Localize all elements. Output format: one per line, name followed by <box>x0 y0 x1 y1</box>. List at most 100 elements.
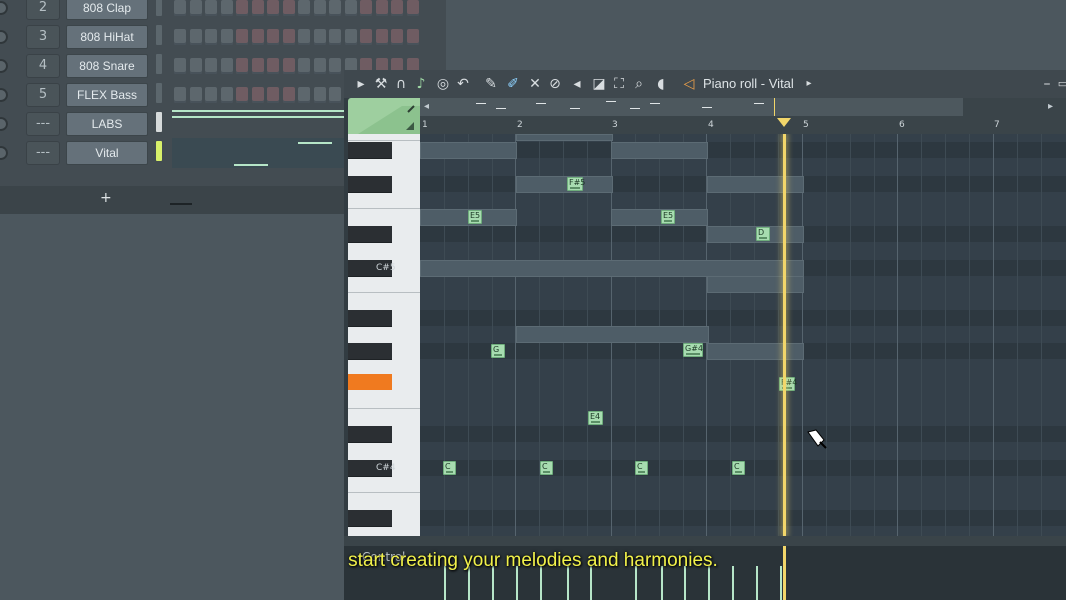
step-button[interactable] <box>329 87 341 103</box>
scroll-left-icon[interactable]: ◂ <box>424 101 429 112</box>
note[interactable]: G#4 <box>683 343 703 357</box>
channel-number[interactable]: --- <box>26 141 60 165</box>
channel-number[interactable]: 5 <box>26 83 60 107</box>
step-button[interactable] <box>267 0 279 16</box>
slip-icon[interactable]: ◂ <box>568 75 586 93</box>
step-button[interactable] <box>282 29 295 45</box>
music-note-icon[interactable]: ♪ <box>412 75 430 93</box>
step-button[interactable] <box>298 87 310 103</box>
step-button[interactable] <box>375 0 388 16</box>
note[interactable]: E5 <box>661 210 675 224</box>
step-button[interactable] <box>189 58 202 74</box>
step-button[interactable] <box>251 87 264 103</box>
step-button[interactable] <box>282 87 295 103</box>
channel-level[interactable] <box>156 54 162 74</box>
step-button[interactable] <box>360 29 372 45</box>
step-button[interactable] <box>189 29 202 45</box>
undo-icon[interactable]: ↶ <box>454 75 472 93</box>
step-button[interactable] <box>375 29 388 45</box>
step-button[interactable] <box>360 0 372 16</box>
playhead-marker[interactable] <box>777 118 791 127</box>
step-button[interactable] <box>391 0 403 16</box>
step-button[interactable] <box>236 58 248 74</box>
title-arrow-icon[interactable]: ▸ <box>800 75 818 93</box>
menu-arrow-icon[interactable]: ▸ <box>352 75 370 93</box>
step-button[interactable] <box>282 0 295 16</box>
note[interactable]: C <box>540 461 553 475</box>
step-button[interactable] <box>220 0 233 16</box>
channel-level[interactable] <box>156 112 162 132</box>
channel-number[interactable]: --- <box>26 112 60 136</box>
select-icon[interactable]: ⛶ <box>610 75 628 93</box>
black-key[interactable] <box>348 176 392 193</box>
black-key[interactable] <box>348 226 392 243</box>
step-button[interactable] <box>313 87 326 103</box>
channel-knob[interactable] <box>0 88 8 102</box>
channel-level[interactable] <box>156 141 162 161</box>
step-button[interactable] <box>313 58 326 74</box>
note[interactable]: E4 <box>588 411 603 425</box>
step-button[interactable] <box>344 0 357 16</box>
pencil-icon[interactable]: ✎ <box>482 75 500 93</box>
step-button[interactable] <box>329 29 341 45</box>
rack-scrollbar[interactable] <box>170 203 192 205</box>
channel-number[interactable]: 3 <box>26 25 60 49</box>
step-button[interactable] <box>298 29 310 45</box>
channel-name-button[interactable]: 808 HiHat <box>66 25 148 49</box>
channel-knob[interactable] <box>0 59 8 73</box>
step-button[interactable] <box>205 29 217 45</box>
record-icon[interactable]: ◎ <box>434 75 452 93</box>
timeline-ruler[interactable]: ◂ ▸ 1 2 3 4 5 6 7 <box>420 98 1066 134</box>
black-key[interactable] <box>348 426 392 443</box>
note[interactable]: E5 <box>468 210 482 224</box>
step-button[interactable] <box>189 87 202 103</box>
maximize-icon[interactable]: ▭ <box>1054 75 1066 93</box>
playhead[interactable] <box>783 134 786 536</box>
piano-roll-title[interactable]: Piano roll - Vital <box>703 76 794 91</box>
delete-icon[interactable]: ✕ <box>526 75 544 93</box>
step-button[interactable] <box>220 87 233 103</box>
step-button[interactable] <box>189 0 202 16</box>
step-button[interactable] <box>267 29 279 45</box>
headphones-icon[interactable]: ∩ <box>392 75 410 93</box>
note[interactable]: F#4 <box>779 377 797 391</box>
channel-name-button[interactable]: Vital <box>66 141 148 165</box>
note-grid[interactable]: F#5 E5 E5 D G G#4 F#4 E4 C C C C <box>420 134 1066 536</box>
step-button[interactable] <box>236 0 248 16</box>
channel-level[interactable] <box>156 0 162 16</box>
channel-number[interactable]: 4 <box>26 54 60 78</box>
step-button[interactable] <box>267 87 279 103</box>
step-button[interactable] <box>205 87 217 103</box>
piano-roll-corner[interactable] <box>348 98 420 134</box>
step-button[interactable] <box>329 58 341 74</box>
playback-icon[interactable]: ◖ <box>652 75 670 93</box>
note[interactable]: D <box>756 227 770 241</box>
black-key[interactable] <box>348 343 392 360</box>
step-button[interactable] <box>282 58 295 74</box>
lane-divider[interactable] <box>344 536 1066 546</box>
step-button[interactable] <box>236 29 248 45</box>
scroll-right-icon[interactable]: ▸ <box>1048 101 1053 112</box>
step-button[interactable] <box>236 87 248 103</box>
step-button[interactable] <box>251 58 264 74</box>
black-key[interactable] <box>348 310 392 327</box>
note[interactable]: C <box>443 461 456 475</box>
channel-number[interactable]: 2 <box>26 0 60 20</box>
channel-level[interactable] <box>156 83 162 103</box>
selected-key[interactable] <box>348 374 392 390</box>
labs-pattern-preview[interactable] <box>172 110 344 132</box>
step-button[interactable] <box>406 0 419 16</box>
step-button[interactable] <box>174 0 186 16</box>
black-key[interactable] <box>348 142 392 159</box>
step-button[interactable] <box>174 87 186 103</box>
channel-name-button[interactable]: FLEX Bass <box>66 83 148 107</box>
step-button[interactable] <box>220 58 233 74</box>
step-button[interactable] <box>329 0 341 16</box>
vital-pattern-preview[interactable] <box>172 138 344 168</box>
step-button[interactable] <box>267 58 279 74</box>
note[interactable]: C <box>635 461 648 475</box>
step-button[interactable] <box>174 29 186 45</box>
wrench-icon[interactable]: ⚒ <box>372 75 390 93</box>
channel-knob[interactable] <box>0 1 8 15</box>
step-button[interactable] <box>344 29 357 45</box>
